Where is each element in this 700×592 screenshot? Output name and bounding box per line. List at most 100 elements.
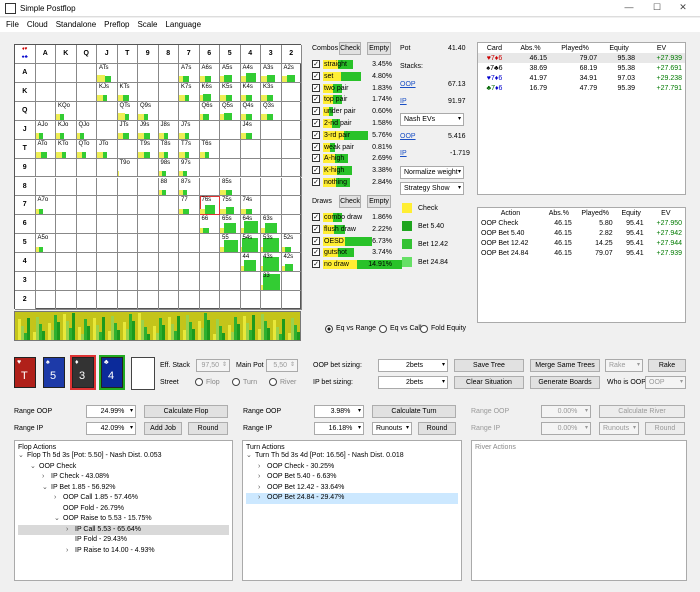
grid-cell[interactable] — [76, 253, 97, 273]
calculate-flop-button[interactable]: Calculate Flop — [144, 405, 228, 418]
combo-checkbox[interactable]: ✓ — [312, 119, 320, 127]
grid-cell[interactable]: 87s — [179, 177, 200, 197]
grid-cell[interactable] — [281, 272, 302, 292]
grid-cell[interactable]: QTo — [76, 139, 97, 159]
combo-checkbox[interactable]: ✓ — [312, 142, 320, 151]
grid-cell[interactable] — [138, 272, 159, 292]
rake-select[interactable]: Rake ▾ — [605, 359, 643, 372]
grid-row-header[interactable]: 4 — [15, 253, 36, 273]
grid-cell[interactable] — [158, 82, 179, 102]
grid-cell[interactable] — [179, 215, 200, 235]
grid-cell[interactable] — [117, 215, 138, 235]
grid-cell[interactable]: A4s — [240, 63, 261, 83]
grid-cell[interactable]: ATs — [97, 63, 118, 83]
grid-cell[interactable] — [281, 215, 302, 235]
grid-col-header[interactable]: K — [56, 45, 77, 64]
combo-row[interactable]: ✓ straight 3.45% — [312, 59, 392, 70]
merge-trees-button[interactable]: Merge Same Trees — [530, 359, 600, 372]
grid-cell[interactable] — [56, 291, 77, 310]
combo-checkbox[interactable]: ✓ — [312, 83, 320, 92]
combos-check-button[interactable]: Check — [339, 42, 361, 55]
oop-bet-sizing-select[interactable]: 2bets ▾ — [378, 359, 448, 372]
grid-cell[interactable] — [179, 272, 200, 292]
grid-cell[interactable]: J8s — [158, 120, 179, 140]
grid-cell[interactable]: 33 — [261, 272, 282, 292]
eq-vs-range-radio[interactable] — [325, 325, 333, 333]
grid-cell[interactable] — [158, 215, 179, 235]
card-table-row[interactable]: ♠7♣6 38.69 68.19 95.38 +27.691 — [478, 63, 685, 73]
grid-cell[interactable]: T7s — [179, 139, 200, 159]
turn-range-ip-select[interactable]: 16.18% ▾ — [314, 422, 364, 435]
grid-cell[interactable]: 75s — [220, 196, 241, 216]
draw-checkbox[interactable]: ✓ — [312, 236, 320, 245]
grid-cell[interactable] — [76, 272, 97, 292]
grid-cell[interactable]: A5s — [220, 63, 241, 83]
grid-cell[interactable] — [158, 63, 179, 83]
grid-cell[interactable] — [138, 253, 159, 273]
grid-col-header[interactable]: A — [35, 45, 56, 64]
grid-cell[interactable] — [281, 139, 302, 159]
column-header[interactable]: Abs.% — [543, 208, 575, 218]
card-table-row[interactable]: ♣7♦6 16.79 47.79 95.39 +27.791 — [478, 83, 685, 93]
grid-cell[interactable] — [199, 272, 220, 292]
grid-cell[interactable] — [117, 291, 138, 310]
grid-cell[interactable] — [281, 158, 302, 178]
tree-node[interactable]: › OOP Call 1.85 - 57.46% — [18, 493, 229, 504]
grid-cell[interactable] — [117, 139, 138, 159]
tree-expander-icon[interactable] — [66, 535, 75, 546]
fold-equity-radio[interactable] — [420, 325, 428, 333]
minimize-button[interactable]: — — [622, 2, 636, 14]
grid-cell[interactable] — [138, 82, 159, 102]
grid-cell[interactable] — [240, 177, 261, 197]
street-river-radio[interactable] — [269, 378, 277, 386]
combo-row[interactable]: ✓ two pair 1.83% — [312, 83, 392, 94]
river-range-oop-select[interactable]: 0.00% ▾ — [541, 405, 591, 418]
menu-language[interactable]: Language — [165, 18, 201, 32]
grid-cell[interactable] — [281, 196, 302, 216]
grid-cell[interactable] — [56, 196, 77, 216]
grid-cell[interactable] — [56, 272, 77, 292]
grid-cell[interactable] — [97, 177, 118, 197]
grid-cell[interactable] — [199, 291, 220, 310]
grid-cell[interactable]: 66 — [199, 215, 220, 235]
grid-cell[interactable] — [35, 291, 56, 310]
combo-row[interactable]: ✓ weak pair 0.81% — [312, 142, 392, 153]
street-flop-radio[interactable] — [195, 378, 203, 386]
range-grid[interactable]: ♦♥ ♠♣ A K Q J T 9 8 7 6 5 4 3 2 A ATs A7s A6s A5s A4s A3s A2s K… — [14, 44, 302, 310]
calculate-turn-button[interactable]: Calculate Turn — [372, 405, 456, 418]
grid-cell[interactable]: ATo — [35, 139, 56, 159]
grid-cell[interactable]: 74s — [240, 196, 261, 216]
tree-expander-icon[interactable]: ⌄ — [30, 462, 39, 473]
grid-cell[interactable]: K5s — [220, 82, 241, 102]
grid-cell[interactable] — [138, 291, 159, 310]
grid-cell[interactable] — [158, 101, 179, 121]
grid-col-header[interactable]: 6 — [199, 45, 220, 64]
grid-cell[interactable] — [261, 139, 282, 159]
grid-cell[interactable]: QTs — [117, 101, 138, 121]
grid-cell[interactable] — [76, 234, 97, 254]
combo-row[interactable]: ✓ 3-rd pair 5.76% — [312, 130, 392, 141]
grid-col-header[interactable]: J — [97, 45, 118, 64]
draw-row[interactable]: ✓ OESD 6.73% — [312, 236, 392, 247]
grid-cell[interactable] — [76, 196, 97, 216]
grid-cell[interactable] — [281, 120, 302, 140]
combo-checkbox[interactable]: ✓ — [312, 71, 320, 80]
tree-node[interactable]: IP Fold - 29.43% — [18, 535, 229, 546]
grid-cell[interactable] — [261, 158, 282, 178]
combo-row[interactable]: ✓ top pair 1.74% — [312, 94, 392, 105]
grid-cell[interactable]: 85s — [220, 177, 241, 197]
eff-stack-input[interactable]: 97,50 ⇕ — [196, 359, 230, 372]
grid-cell[interactable]: A3s — [261, 63, 282, 83]
tree-expander-icon[interactable]: › — [66, 525, 75, 536]
draws-empty-button[interactable]: Empty — [367, 195, 391, 208]
tree-node[interactable]: ⌄ OOP Raise to 5.53 - 15.75% — [18, 514, 229, 525]
eq-vs-call-radio[interactable] — [379, 325, 387, 333]
turn-round-button[interactable]: Round — [418, 422, 456, 435]
grid-cell[interactable] — [35, 272, 56, 292]
tree-expander-icon[interactable]: ⌄ — [18, 451, 27, 462]
grid-cell[interactable] — [35, 82, 56, 102]
grid-cell[interactable]: 65s — [220, 215, 241, 235]
grid-cell[interactable]: 42s — [281, 253, 302, 273]
column-header[interactable]: Card — [478, 43, 511, 53]
who-is-oop-select[interactable]: OOP ▾ — [645, 376, 686, 389]
